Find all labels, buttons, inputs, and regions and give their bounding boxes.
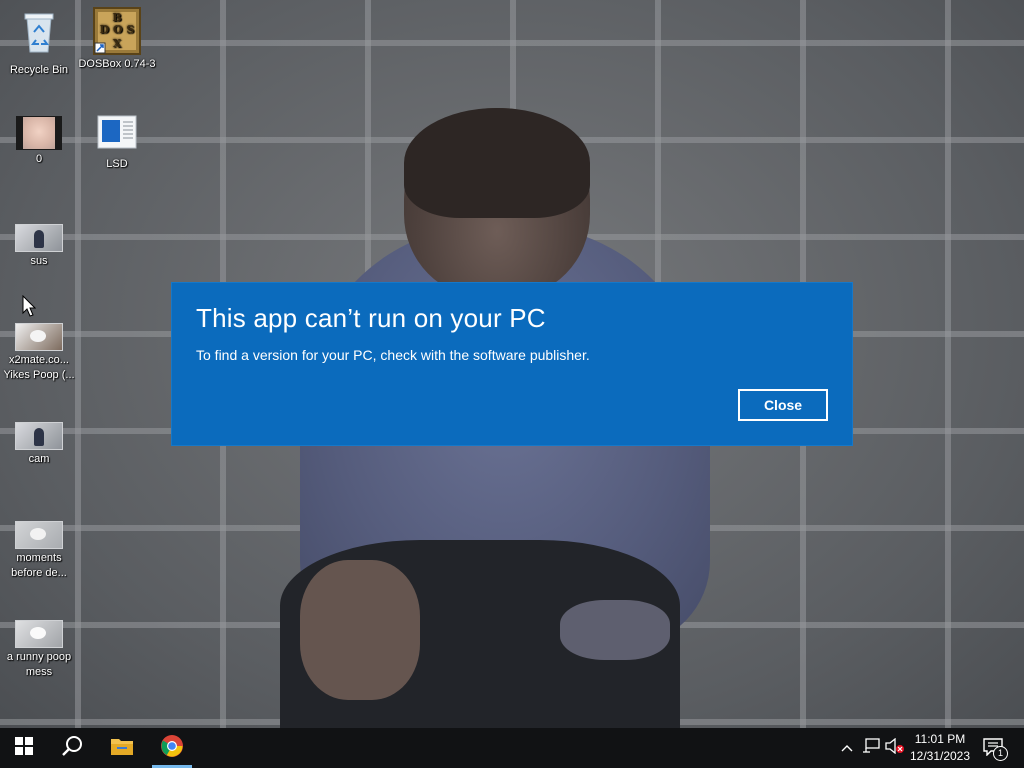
video-thumbnail-icon (16, 116, 62, 150)
desktop-icon-label: LSD (106, 158, 128, 170)
document-icon (78, 114, 156, 155)
clock[interactable]: 11:01 PM 12/31/2023 (906, 731, 974, 765)
desktop-icon-label: x2mate.co... Yikes Poop (... (3, 354, 75, 381)
chrome-button[interactable] (152, 728, 192, 768)
desktop-icon-label: 0 (35, 153, 43, 165)
volume-muted-icon (885, 737, 905, 759)
desktop-icon-runny[interactable]: a runny poop mess (0, 620, 78, 680)
wallpaper-figure-hand (300, 560, 420, 700)
desktop-icon-label: a runny poop mess (6, 651, 72, 678)
desktop-icon-label: moments before de... (11, 552, 67, 579)
clock-date: 12/31/2023 (909, 749, 971, 763)
app-error-dialog: This app can’t run on your PC To find a … (172, 283, 852, 445)
dialog-title: This app can’t run on your PC (196, 303, 546, 333)
network-button[interactable] (860, 728, 882, 768)
chrome-icon (160, 734, 184, 763)
desktop-icon-0[interactable]: 0 (0, 116, 78, 167)
mouse-cursor-icon (22, 294, 37, 322)
clock-time: 11:01 PM (914, 732, 966, 746)
svg-text:X: X (113, 37, 122, 50)
action-center-button[interactable]: 1 (980, 728, 1008, 768)
desktop-icon-x2mate[interactable]: x2mate.co... Yikes Poop (... (0, 323, 78, 383)
video-thumbnail-icon (15, 620, 63, 648)
chevron-up-icon (841, 739, 853, 757)
video-thumbnail-icon (15, 422, 63, 450)
search-icon (61, 735, 83, 762)
dialog-message: To find a version for your PC, check wit… (196, 347, 590, 363)
dosbox-icon: B D O S X (93, 7, 141, 55)
notification-count-badge: 1 (993, 746, 1008, 761)
video-thumbnail-icon (15, 521, 63, 549)
desktop-icon-lsd[interactable]: LSD (78, 114, 156, 172)
recycle-bin-icon (0, 8, 78, 61)
file-explorer-icon (110, 736, 134, 761)
close-button[interactable]: Close (738, 389, 828, 421)
desktop-icon-label: cam (28, 453, 50, 465)
desktop-icon-recycle-bin[interactable]: Recycle Bin (0, 8, 78, 78)
search-button[interactable] (48, 728, 96, 768)
desktop-icon-sus[interactable]: sus (0, 224, 78, 269)
wallpaper-figure-arm (560, 600, 670, 660)
desktop-icon-cam[interactable]: cam (0, 422, 78, 467)
desktop-icon-label: DOSBox 0.74-3 (78, 58, 156, 70)
desktop-icon-dosbox[interactable]: B D O S X DOSBox 0.74-3 (78, 7, 156, 72)
taskbar: 11:01 PM 12/31/2023 1 (0, 728, 1024, 768)
wallpaper-figure-hair (404, 108, 590, 218)
notifications-icon: 1 (983, 738, 1008, 761)
file-explorer-button[interactable] (100, 728, 144, 768)
desktop-icon-label: sus (30, 255, 48, 267)
volume-button[interactable] (884, 728, 906, 768)
desktop: Recycle Bin B D O S X DOSBox 0.74-3 0 LS… (0, 0, 1024, 768)
video-thumbnail-icon (15, 224, 63, 252)
start-button[interactable] (0, 728, 48, 768)
svg-text:D O S: D O S (100, 23, 135, 36)
desktop-icon-label: Recycle Bin (9, 64, 69, 76)
desktop-icon-moments[interactable]: moments before de... (0, 521, 78, 581)
show-hidden-icons-button[interactable] (836, 728, 858, 768)
video-thumbnail-icon (15, 323, 63, 351)
start-icon (15, 736, 33, 760)
network-icon (862, 737, 880, 759)
